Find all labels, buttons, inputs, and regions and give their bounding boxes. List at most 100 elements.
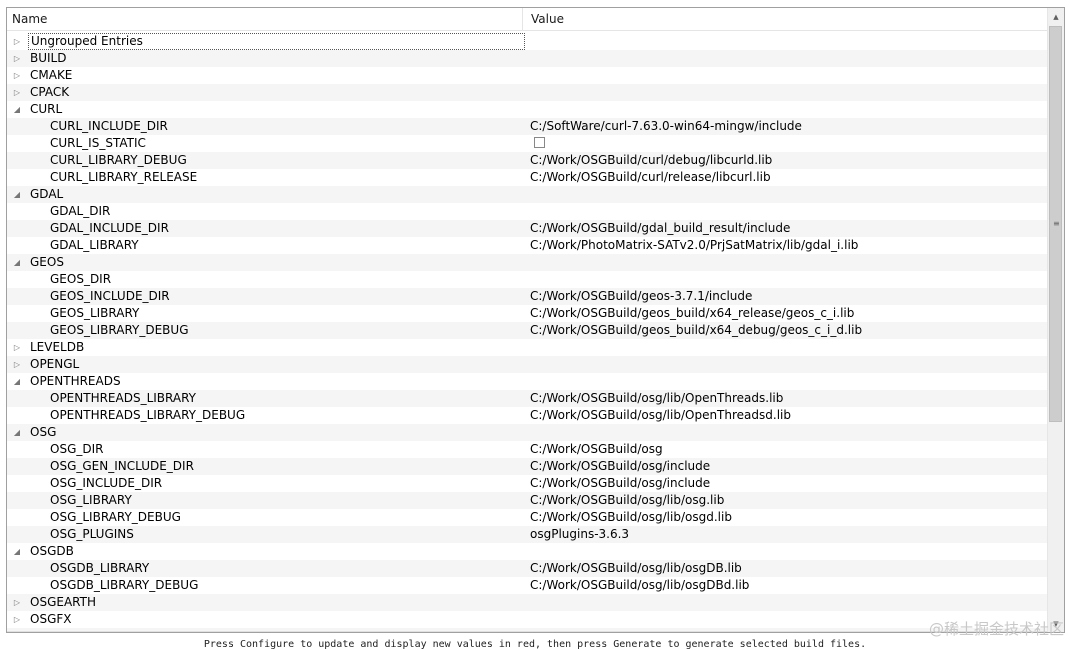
tree-entry-row[interactable]: OSG_PLUGINS osgPlugins-3.6.3 [7, 526, 1047, 543]
entry-value[interactable]: C:/Work/OSGBuild/gdal_build_result/inclu… [530, 220, 790, 237]
name-column-header[interactable]: Name [7, 8, 523, 30]
tree-group-row[interactable]: ▷ Ungrouped Entries [7, 33, 1047, 50]
tree-entry-row[interactable]: GEOS_LIBRARY C:/Work/OSGBuild/geos_build/… [7, 305, 1047, 322]
tree-header: Name Value [7, 8, 1047, 31]
entry-value[interactable]: C:/Work/OSGBuild/osg/lib/osg.lib [530, 492, 724, 509]
collapsed-arrow-icon[interactable]: ▷ [12, 67, 22, 84]
expanded-arrow-icon[interactable]: ◢ [12, 101, 22, 118]
cmake-cache-tree[interactable]: Name Value ▷ Ungrouped Entries ▷ BUILD ▷ CMAK… [6, 7, 1065, 633]
collapsed-arrow-icon[interactable]: ▷ [12, 33, 22, 50]
expanded-arrow-icon[interactable]: ◢ [12, 254, 22, 271]
tree-group-row[interactable]: ▷ CPACK [7, 84, 1047, 101]
entry-name: CURL_LIBRARY_RELEASE [50, 170, 198, 184]
collapsed-arrow-icon[interactable]: ▷ [12, 356, 22, 373]
tree-entry-row[interactable]: OSGDB_LIBRARY C:/Work/OSGBuild/osg/lib/os… [7, 560, 1047, 577]
collapsed-arrow-icon[interactable]: ▷ [12, 594, 22, 611]
tree-entry-row[interactable]: GDAL_INCLUDE_DIR C:/Work/OSGBuild/gdal_bu… [7, 220, 1047, 237]
tree-entry-row[interactable]: GDAL_DIR [7, 203, 1047, 220]
vertical-scrollbar[interactable]: ▲ ≡ ▼ [1047, 8, 1064, 632]
tree-group-row[interactable]: ▷ CMAKE [7, 67, 1047, 84]
value-column-header[interactable]: Value [523, 8, 1047, 30]
collapsed-arrow-icon[interactable]: ▷ [12, 339, 22, 356]
group-label: LEVELDB [30, 340, 85, 354]
entry-name: OSG_DIR [50, 442, 104, 456]
entry-value[interactable]: C:/Work/PhotoMatrix-SATv2.0/PrjSatMatrix… [530, 237, 858, 254]
group-label: OPENTHREADS [30, 374, 121, 388]
entry-name: OPENTHREADS_LIBRARY [50, 391, 196, 405]
entry-name: OSG_LIBRARY_DEBUG [50, 510, 181, 524]
tree-entry-row[interactable]: CURL_IS_STATIC [7, 135, 1047, 152]
tree-entry-row[interactable]: CURL_LIBRARY_RELEASE C:/Work/OSGBuild/cur… [7, 169, 1047, 186]
tree-entry-row[interactable]: OSG_INCLUDE_DIR C:/Work/OSGBuild/osg/incl… [7, 475, 1047, 492]
expanded-arrow-icon[interactable]: ◢ [12, 373, 22, 390]
tree-entry-row[interactable]: OSGDB_LIBRARY_DEBUG C:/Work/OSGBuild/osg/… [7, 577, 1047, 594]
entry-name: OSG_LIBRARY [50, 493, 132, 507]
entry-value[interactable]: C:/Work/OSGBuild/osg [530, 441, 663, 458]
group-label: CPACK [30, 85, 70, 99]
entry-name: GDAL_LIBRARY [50, 238, 139, 252]
group-label: OPENGL [30, 357, 80, 371]
group-label: GDAL [30, 187, 64, 201]
tree-group-row[interactable]: ▷ LEVELDB [7, 339, 1047, 356]
tree-entry-row[interactable]: OPENTHREADS_LIBRARY C:/Work/OSGBuild/osg/… [7, 390, 1047, 407]
tree-entry-row[interactable]: OSG_DIR C:/Work/OSGBuild/osg [7, 441, 1047, 458]
collapsed-arrow-icon[interactable]: ▷ [12, 611, 22, 628]
entry-value[interactable]: C:/Work/OSGBuild/geos_build/x64_debug/ge… [530, 322, 862, 339]
tree-entry-row[interactable]: CURL_LIBRARY_DEBUG C:/Work/OSGBuild/curl/… [7, 152, 1047, 169]
entry-value[interactable]: C:/Work/OSGBuild/osg/lib/osgd.lib [530, 509, 732, 526]
entry-name: GEOS_INCLUDE_DIR [50, 289, 170, 303]
entry-value[interactable]: C:/Work/OSGBuild/curl/debug/libcurld.lib [530, 152, 772, 169]
scrollbar-grip-icon: ≡ [1053, 219, 1060, 228]
entry-name: OSG_PLUGINS [50, 527, 134, 541]
entry-value[interactable]: C:/Work/OSGBuild/geos-3.7.1/include [530, 288, 752, 305]
tree-entry-row[interactable]: GEOS_DIR [7, 271, 1047, 288]
group-label: GEOS [30, 255, 64, 269]
scroll-up-arrow-icon[interactable]: ▲ [1048, 8, 1064, 25]
tree-group-row[interactable]: ◢ GDAL [7, 186, 1047, 203]
entry-name: OSG_INCLUDE_DIR [50, 476, 163, 490]
entry-value[interactable]: C:/Work/OSGBuild/osg/lib/OpenThreadsd.li… [530, 407, 791, 424]
tree-group-row[interactable]: ◢ OSGDB [7, 543, 1047, 560]
tree-group-row[interactable]: ◢ GEOS [7, 254, 1047, 271]
entry-value[interactable]: C:/Work/OSGBuild/osg/lib/osgDBd.lib [530, 577, 749, 594]
group-label: OSGFX [30, 612, 72, 626]
entry-value[interactable]: C:/Work/OSGBuild/osg/lib/OpenThreads.lib [530, 390, 783, 407]
tree-group-row[interactable]: ▷ OPENGL [7, 356, 1047, 373]
tree-entry-row[interactable]: GDAL_LIBRARY C:/Work/PhotoMatrix-SATv2.0/… [7, 237, 1047, 254]
tree-group-row[interactable]: ◢ CURL [7, 101, 1047, 118]
tree-entry-row[interactable]: OSG_LIBRARY_DEBUG C:/Work/OSGBuild/osg/li… [7, 509, 1047, 526]
tree-entry-row[interactable]: OSG_GEN_INCLUDE_DIR C:/Work/OSGBuild/osg/… [7, 458, 1047, 475]
scrollbar-thumb[interactable]: ≡ [1049, 26, 1062, 422]
entry-value[interactable]: C:/Work/OSGBuild/geos_build/x64_release/… [530, 305, 854, 322]
entry-value[interactable]: osgPlugins-3.6.3 [530, 526, 629, 543]
tree-entry-row[interactable]: GEOS_LIBRARY_DEBUG C:/Work/OSGBuild/geos_… [7, 322, 1047, 339]
entry-value[interactable]: C:/SoftWare/curl-7.63.0-win64-mingw/incl… [530, 118, 802, 135]
expanded-arrow-icon[interactable]: ◢ [12, 543, 22, 560]
collapsed-arrow-icon[interactable]: ▷ [12, 84, 22, 101]
entry-name: GEOS_LIBRARY_DEBUG [50, 323, 189, 337]
entry-value-checkbox[interactable] [534, 137, 545, 148]
entry-value[interactable]: C:/Work/OSGBuild/osg/include [530, 475, 710, 492]
entry-value[interactable]: C:/Work/OSGBuild/osg/lib/osgDB.lib [530, 560, 742, 577]
tree-entry-row[interactable]: OPENTHREADS_LIBRARY_DEBUG C:/Work/OSGBuil… [7, 407, 1047, 424]
expanded-arrow-icon[interactable]: ◢ [12, 424, 22, 441]
group-label: BUILD [30, 51, 67, 65]
tree-group-row[interactable]: ▷ OSGFX [7, 611, 1047, 628]
entry-value[interactable]: C:/Work/OSGBuild/osg/include [530, 458, 710, 475]
tree-entry-row[interactable]: CURL_INCLUDE_DIR C:/SoftWare/curl-7.63.0-… [7, 118, 1047, 135]
expanded-arrow-icon[interactable]: ◢ [12, 186, 22, 203]
tree-entry-row[interactable]: GEOS_INCLUDE_DIR C:/Work/OSGBuild/geos-3.… [7, 288, 1047, 305]
tree-entry-row[interactable]: OSG_LIBRARY C:/Work/OSGBuild/osg/lib/osg.… [7, 492, 1047, 509]
collapsed-arrow-icon[interactable]: ▷ [12, 50, 22, 67]
watermark-text: @稀土掘金技术社区 [928, 620, 1064, 638]
tree-group-row[interactable]: ◢ OPENTHREADS [7, 373, 1047, 390]
tree-bottom-border [7, 631, 1047, 632]
tree-group-row[interactable]: ▷ OSGEARTH [7, 594, 1047, 611]
entry-value[interactable]: C:/Work/OSGBuild/curl/release/libcurl.li… [530, 169, 771, 186]
entry-name: OSG_GEN_INCLUDE_DIR [50, 459, 194, 473]
group-label: CMAKE [30, 68, 73, 82]
tree-group-row[interactable]: ▷ BUILD [7, 50, 1047, 67]
tree-group-row[interactable]: ◢ OSG [7, 424, 1047, 441]
group-label: OSG [30, 425, 57, 439]
group-label: OSGDB [30, 544, 74, 558]
